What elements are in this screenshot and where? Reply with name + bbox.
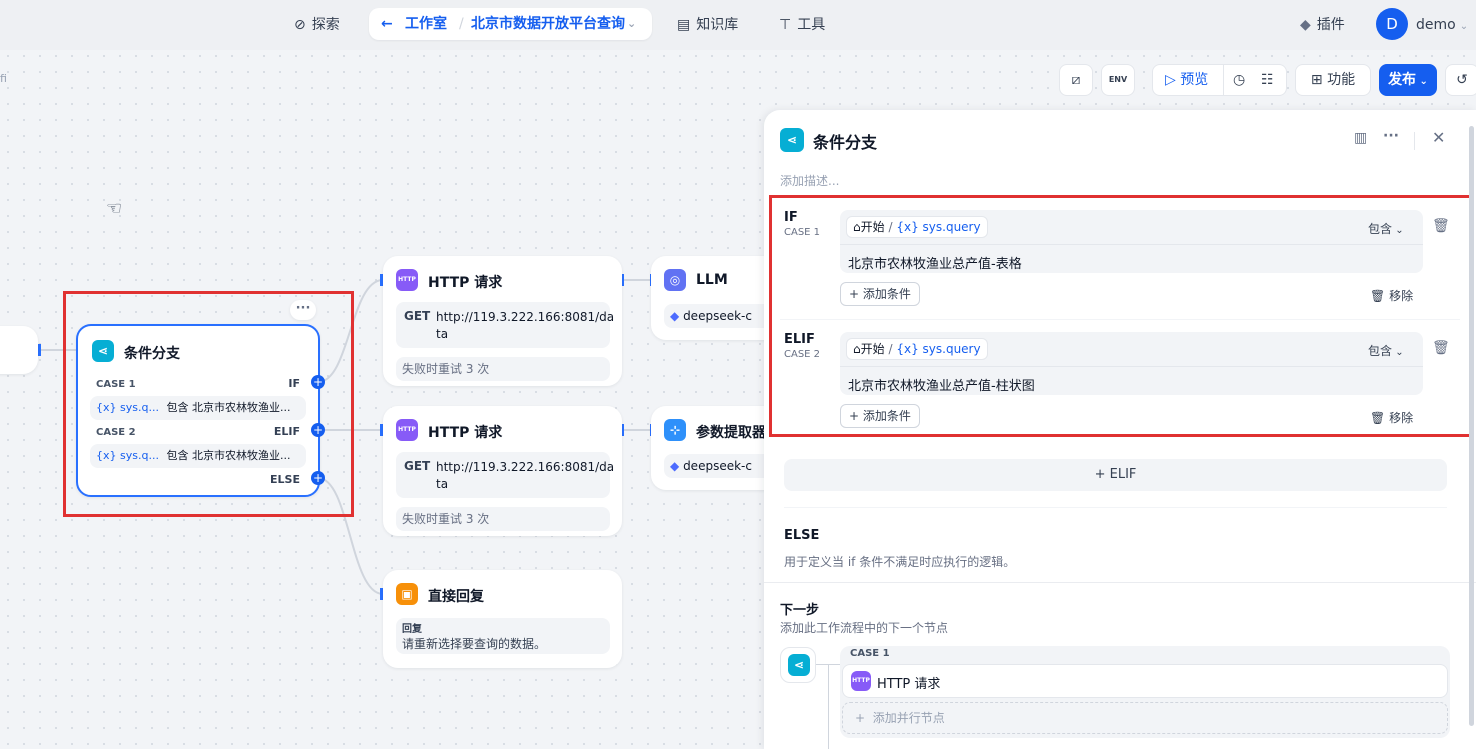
case1-condition[interactable]: {x} sys.q... 包含 北京市农林牧渔业... [90,396,306,420]
case1-label: CASE 1 [96,379,136,390]
extractor-icon: ⊹ [664,419,686,441]
http-icon: HTTP [396,419,418,441]
hammer-icon: ⊤ [779,17,792,33]
description-input[interactable]: 添加描述... [780,172,839,189]
preview-button[interactable]: ▷ 预览 [1165,72,1208,88]
history-button[interactable]: ↺ [1445,64,1476,96]
http-icon: HTTP [851,671,871,691]
divider [1414,132,1415,150]
env-button[interactable]: ENV [1101,64,1135,96]
llm-node-title: LLM [696,272,728,288]
branch-icon: ⋖ [780,128,804,152]
divider [1223,65,1224,95]
panel-scrollbar[interactable] [1469,126,1474,726]
next-node-item[interactable]: HTTP HTTP 请求 [842,664,1448,698]
http-icon: HTTP [396,269,418,291]
else-title: ELSE [784,528,820,543]
http-node-1[interactable]: HTTP HTTP 请求 GET http://119.3.222.166:80… [383,256,622,386]
features-button[interactable]: ⊞ 功能 [1295,64,1371,96]
run-history-icon[interactable]: ◷ [1233,65,1245,95]
http-node-title: HTTP 请求 [428,425,503,441]
divider [784,507,1447,508]
brain-icon: ◎ [664,269,686,291]
branch-node-title: 条件分支 [124,346,180,362]
divider [764,582,1476,583]
variable-icon: {x} [96,401,117,414]
next-step-description: 添加此工作流程中的下一个节点 [780,621,949,635]
hand-cursor-icon: ☜ [106,198,123,219]
case2-condition[interactable]: {x} sys.q... 包含 北京市农林牧渔业... [90,444,306,468]
next-case-label: CASE 1 [850,648,890,659]
nav-tools[interactable]: ⊤ 工具 [779,12,825,38]
chevron-down-icon: ⌄ [1459,21,1469,32]
cube-icon: ◆ [1300,17,1311,33]
http-request-field: GET http://119.3.222.166:8081/da ta [396,302,614,348]
user-menu[interactable]: demo ⌄ [1416,12,1468,38]
next-case-group: CASE 1 HTTP HTTP 请求 + 添加并行节点 [840,646,1450,738]
http-request-field: GET http://119.3.222.166:8081/da ta [396,452,614,498]
deepseek-icon: ◆ [670,309,680,323]
more-icon[interactable]: ··· [1383,128,1399,144]
variable-icon: {x} [96,449,117,462]
elif-label: ELIF [273,425,300,438]
plus-icon: + [855,711,873,725]
reply-content: 回复 请重新选择要查询的数据。 [396,618,610,654]
history-icon: ↺ [1456,72,1468,88]
branch-node[interactable]: ⋖ 条件分支 CASE 1 IF {x} sys.q... 包含 北京市农林牧渔… [76,324,320,497]
highlight-box-panel [769,195,1472,437]
checklist-button[interactable]: ⧄ [1059,64,1093,96]
if-label: IF [288,377,300,390]
close-icon[interactable]: ✕ [1432,128,1445,147]
elif-handle-plus-icon[interactable]: + [311,423,325,437]
book-open-icon[interactable]: ▥ [1354,130,1367,146]
http-node-title: HTTP 请求 [428,275,503,291]
grid-icon: ⊞ [1310,72,1323,88]
retry-info: 失败时重试 3 次 [396,507,610,531]
next-step-title: 下一步 [780,603,820,618]
reply-icon: ▣ [396,583,418,605]
retry-info: 失败时重试 3 次 [396,357,610,381]
play-icon: ▷ [1165,72,1176,88]
panel-title[interactable]: 条件分支 [813,129,877,153]
http-node-2[interactable]: HTTP HTTP 请求 GET http://119.3.222.166:80… [383,406,622,536]
next-node-name: HTTP 请求 [877,677,941,692]
branch-icon: ⋖ [92,340,114,362]
else-handle-plus-icon[interactable]: + [311,471,325,485]
deepseek-icon: ◆ [670,459,680,473]
chevron-down-icon: ⌄ [1416,76,1428,87]
check-clipboard-icon: ⧄ [1071,72,1081,88]
param-node-title: 参数提取器 [696,425,766,441]
avatar[interactable]: D [1376,8,1408,40]
current-node-chip: ⋖ [780,647,816,683]
branch-icon: ⋖ [788,654,810,676]
add-parallel-node-button[interactable]: + 添加并行节点 [842,702,1448,734]
if-handle-plus-icon[interactable]: + [311,375,325,389]
else-label: ELSE [270,473,300,486]
else-description: 用于定义当 if 条件不满足时应执行的逻辑。 [784,555,1016,569]
preview-group: ▷ 预览 ◷ ☷ [1152,64,1287,96]
add-elif-button[interactable]: + ELIF [784,459,1447,491]
connector-line [828,664,829,749]
reply-node[interactable]: ▣ 直接回复 回复 请重新选择要查询的数据。 [383,570,622,668]
nav-plugins[interactable]: ◆ 插件 [1300,12,1345,38]
variables-icon[interactable]: ☷ [1261,65,1274,95]
reply-node-title: 直接回复 [428,589,484,605]
publish-button[interactable]: 发布 ⌄ [1379,64,1437,96]
case2-label: CASE 2 [96,427,136,438]
start-node[interactable] [0,326,38,374]
node-more-button[interactable]: ··· [290,300,316,320]
